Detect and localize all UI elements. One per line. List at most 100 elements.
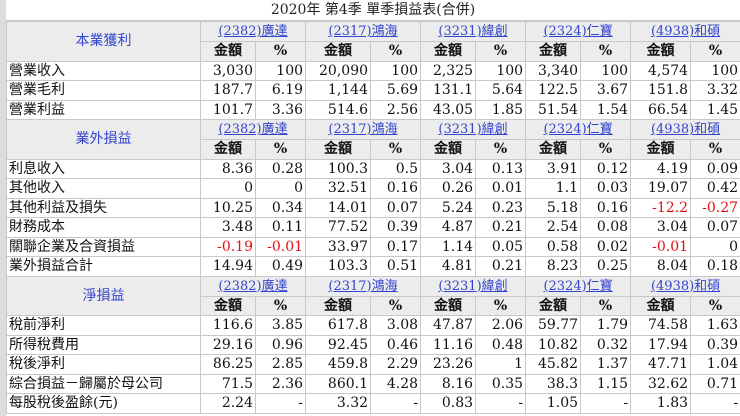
amount-cell: 1.83 bbox=[630, 393, 692, 414]
amount-cell: 3.48 bbox=[200, 217, 256, 238]
amount-cell: 151.8 bbox=[630, 80, 692, 101]
company-link[interactable]: (4938)和碩 bbox=[651, 24, 720, 39]
percent-cell: 3.85 bbox=[254, 315, 307, 336]
percent-cell: 0.28 bbox=[254, 158, 307, 179]
row-label: 稅後淨利 bbox=[6, 354, 201, 375]
amount-header: 金額 bbox=[630, 41, 692, 62]
percent-cell: 0.16 bbox=[580, 197, 632, 218]
amount-cell: -0.01 bbox=[630, 236, 692, 257]
percent-header: % bbox=[475, 295, 527, 316]
amount-cell: 2.24 bbox=[200, 393, 256, 414]
company-link[interactable]: (2317)鴻海 bbox=[328, 122, 397, 137]
percent-cell: - bbox=[580, 393, 632, 414]
percent-header: % bbox=[254, 295, 307, 316]
amount-cell: 10.82 bbox=[525, 334, 582, 355]
company-header: (2317)鴻海 bbox=[305, 275, 422, 297]
amount-cell: 71.5 bbox=[200, 373, 256, 394]
company-link[interactable]: (2324)仁寶 bbox=[543, 122, 612, 137]
table-row: 營業利益 101.7 3.36 514.6 2.56 43.05 1.85 51.54 1.54… bbox=[6, 99, 740, 120]
percent-cell: 1.45 bbox=[690, 99, 740, 120]
percent-header: % bbox=[254, 139, 307, 160]
amount-cell: 66.54 bbox=[630, 99, 692, 120]
company-header: (2382)廣達 bbox=[199, 21, 307, 42]
percent-cell: 3.36 bbox=[254, 99, 307, 120]
table-row: 其他利益及損失 10.25 0.34 14.01 0.07 5.24 0.23 5.18 0.1… bbox=[6, 197, 740, 218]
amount-header: 金額 bbox=[305, 295, 372, 316]
percent-cell: 0.16 bbox=[370, 178, 422, 199]
percent-cell: 5.64 bbox=[475, 80, 527, 101]
table-row: 其他收入 0 0 32.51 0.16 0.26 0.01 1.1 0.03 19.07 0.42 bbox=[6, 178, 740, 199]
percent-cell: 0.71 bbox=[690, 373, 740, 394]
company-link[interactable]: (2324)仁寶 bbox=[543, 279, 612, 294]
amount-cell: 17.94 bbox=[630, 334, 692, 355]
amount-cell: 33.97 bbox=[305, 236, 372, 257]
amount-cell: 617.8 bbox=[305, 315, 372, 336]
amount-cell: 116.6 bbox=[200, 315, 256, 336]
row-label: 利息收入 bbox=[6, 158, 201, 179]
amount-header: 金額 bbox=[420, 139, 477, 160]
amount-cell: 51.54 bbox=[525, 99, 582, 120]
percent-cell: 1.15 bbox=[580, 373, 632, 394]
table-row: 業外損益合計 14.94 0.49 103.3 0.51 4.81 0.21 8.23 0.25… bbox=[6, 256, 740, 277]
amount-cell: 0.83 bbox=[420, 393, 477, 414]
amount-cell: 47.87 bbox=[420, 315, 477, 336]
amount-header: 金額 bbox=[305, 139, 372, 160]
percent-cell: -0.01 bbox=[254, 236, 307, 257]
amount-cell: 45.82 bbox=[525, 354, 582, 375]
percent-cell: 1.04 bbox=[690, 354, 740, 375]
section-title: 本業獲利 bbox=[6, 21, 201, 62]
income-statement-window: 2020年 第4季 單季損益表(合併) 本業獲利 (2382)廣達 (2317)鴻海… bbox=[0, 0, 740, 416]
percent-cell: 2.06 bbox=[475, 315, 527, 336]
percent-cell: 4.28 bbox=[370, 373, 422, 394]
percent-cell: 0.32 bbox=[580, 334, 632, 355]
row-label: 營業收入 bbox=[6, 60, 201, 81]
row-label: 營業毛利 bbox=[6, 80, 201, 101]
row-label: 營業利益 bbox=[6, 99, 201, 120]
amount-cell: 100.3 bbox=[305, 158, 372, 179]
amount-cell: 4.19 bbox=[630, 158, 692, 179]
page-title: 2020年 第4季 單季損益表(合併) bbox=[6, 0, 740, 21]
percent-cell: 1.85 bbox=[475, 99, 527, 120]
company-link[interactable]: (2382)廣達 bbox=[218, 122, 287, 137]
row-label: 關聯企業及合資損益 bbox=[6, 236, 201, 257]
row-label: 其他利益及損失 bbox=[6, 197, 201, 218]
company-link[interactable]: (3231)緯創 bbox=[438, 279, 507, 294]
amount-cell: 514.6 bbox=[305, 99, 372, 120]
percent-cell: 0.34 bbox=[254, 197, 307, 218]
table-row: 營業收入 3,030 100 20,090 100 2,325 100 3,340 100 4,5… bbox=[6, 60, 740, 81]
percent-cell: 0.09 bbox=[690, 158, 740, 179]
amount-cell: 2,325 bbox=[420, 60, 477, 81]
percent-cell: 6.19 bbox=[254, 80, 307, 101]
company-link[interactable]: (2317)鴻海 bbox=[328, 24, 397, 39]
table-row: 綜合損益－歸屬於母公司 71.5 2.36 860.1 4.28 8.16 0.35 38.3… bbox=[6, 373, 740, 394]
company-link[interactable]: (3231)緯創 bbox=[438, 24, 507, 39]
company-link[interactable]: (2382)廣達 bbox=[218, 24, 287, 39]
table-row: 營業毛利 187.7 6.19 1,144 5.69 131.1 5.64 122.5 3.67… bbox=[6, 80, 740, 101]
percent-header: % bbox=[370, 295, 422, 316]
amount-cell: 3.04 bbox=[420, 158, 477, 179]
percent-cell: 0.51 bbox=[370, 256, 422, 277]
section-header-row: 業外損益 (2382)廣達 (2317)鴻海 (3231)緯創 (2324)仁寶 (493… bbox=[6, 119, 740, 160]
percent-cell: -0.27 bbox=[690, 197, 740, 218]
amount-cell: 8.36 bbox=[200, 158, 256, 179]
percent-cell: 0 bbox=[690, 236, 740, 257]
percent-cell: 3.67 bbox=[580, 80, 632, 101]
amount-cell: 8.04 bbox=[630, 256, 692, 277]
company-header: (4938)和碩 bbox=[630, 21, 740, 42]
percent-cell: 0.23 bbox=[475, 197, 527, 218]
amount-cell: 32.51 bbox=[305, 178, 372, 199]
company-link[interactable]: (4938)和碩 bbox=[651, 279, 720, 294]
company-link[interactable]: (2317)鴻海 bbox=[328, 279, 397, 294]
company-link[interactable]: (2382)廣達 bbox=[218, 279, 287, 294]
company-link[interactable]: (4938)和碩 bbox=[651, 122, 720, 137]
company-link[interactable]: (2324)仁寶 bbox=[543, 24, 612, 39]
percent-header: % bbox=[370, 41, 422, 62]
amount-cell: 10.25 bbox=[200, 197, 256, 218]
row-label: 稅前淨利 bbox=[6, 315, 201, 336]
company-header: (2317)鴻海 bbox=[305, 21, 422, 42]
amount-cell: 103.3 bbox=[305, 256, 372, 277]
amount-cell: 101.7 bbox=[200, 99, 256, 120]
percent-cell: - bbox=[475, 393, 527, 414]
amount-cell: 1.14 bbox=[420, 236, 477, 257]
company-link[interactable]: (3231)緯創 bbox=[438, 122, 507, 137]
